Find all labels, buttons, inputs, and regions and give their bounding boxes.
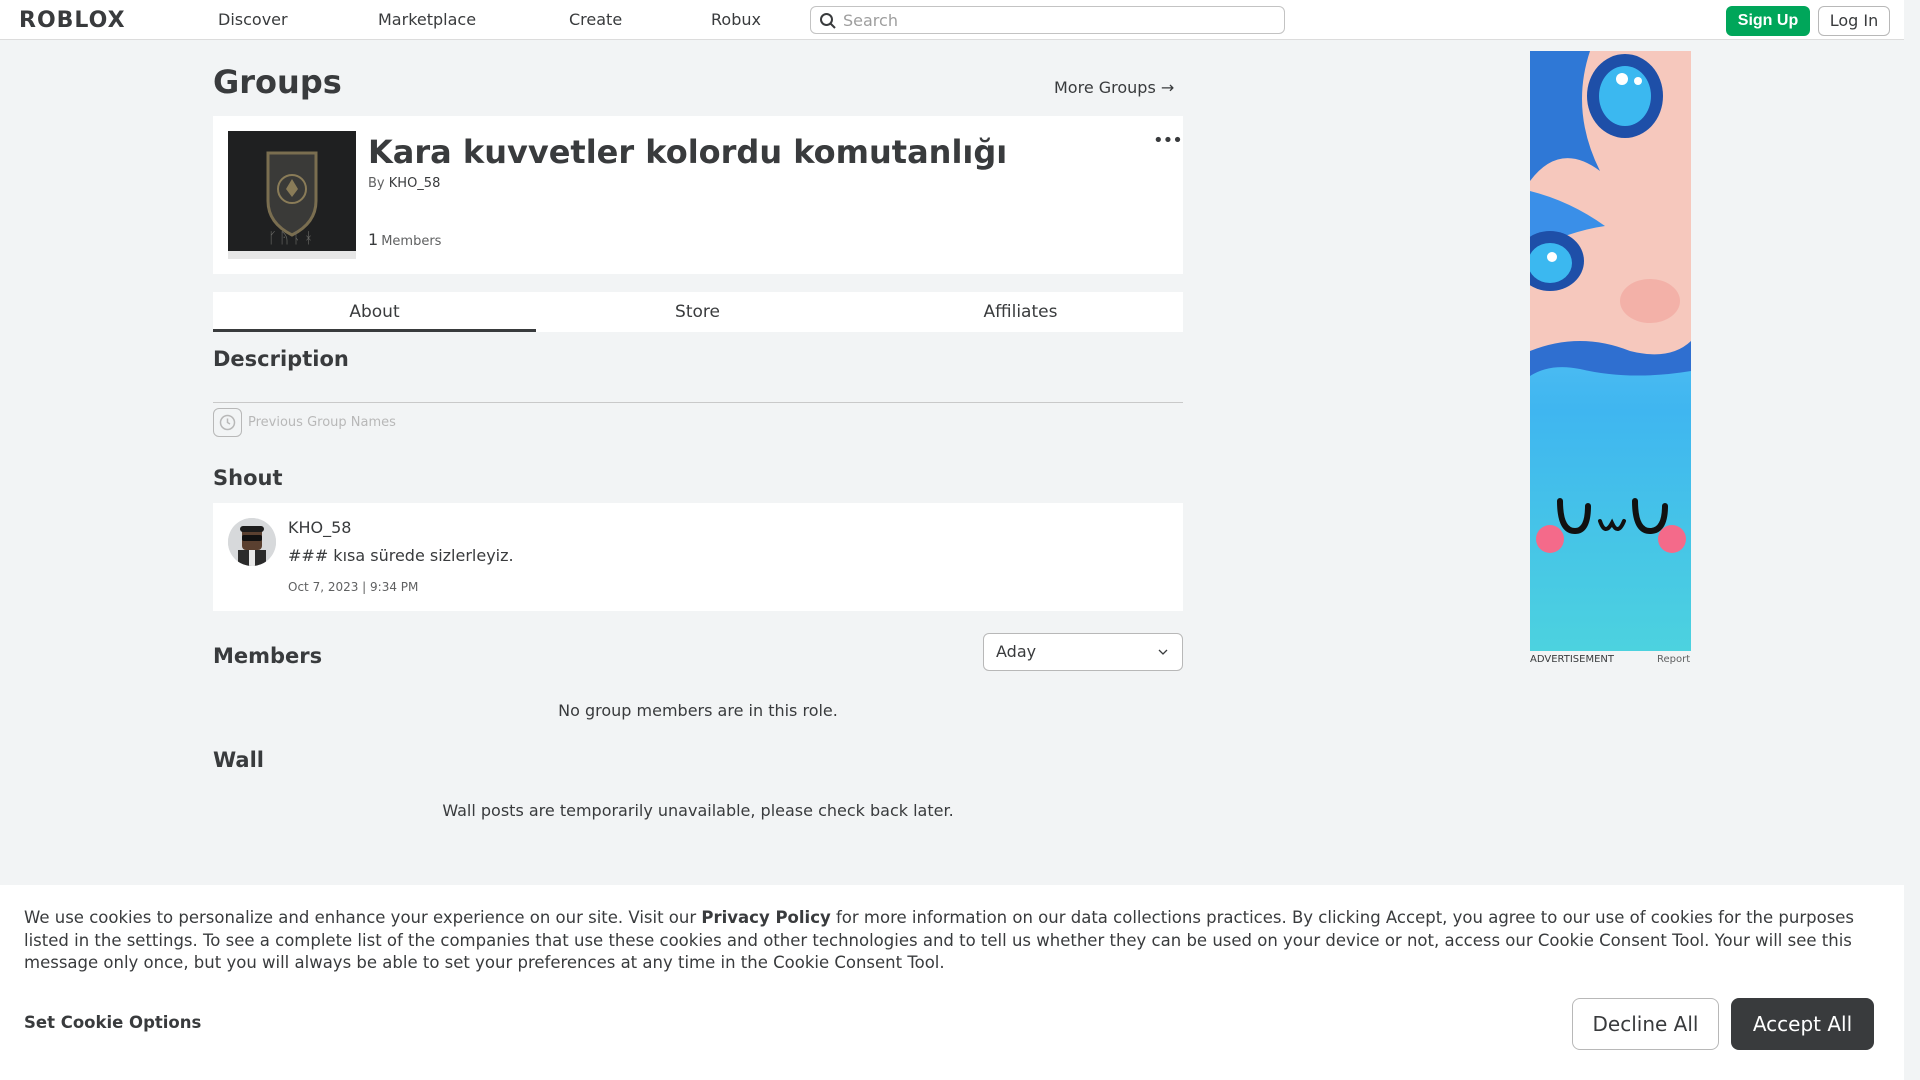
- cookie-message: We use cookies to personalize and enhanc…: [24, 907, 1880, 975]
- advertisement-label: ADVERTISEMENT: [1530, 654, 1615, 665]
- shout-card: KHO_58 ### kısa sürede sizlerleyiz. Oct …: [213, 503, 1183, 611]
- page-scrollbar[interactable]: [1904, 0, 1920, 1080]
- wall-heading: Wall: [213, 748, 264, 772]
- advertisement-banner[interactable]: [1530, 51, 1691, 651]
- group-emblem: ᚴᚤᚿᚼ: [228, 131, 356, 259]
- ad-report-link[interactable]: Report: [1657, 654, 1690, 665]
- set-cookie-options-link[interactable]: Set Cookie Options: [24, 1013, 201, 1032]
- shout-poster-link[interactable]: KHO_58: [288, 518, 351, 537]
- group-owner-line: By KHO_58: [368, 176, 440, 191]
- roblox-logo[interactable]: ROBLOX: [19, 8, 126, 33]
- members-empty-message: No group members are in this role.: [558, 701, 838, 720]
- group-header-card: ᚴᚤᚿᚼ Kara kuvvetler kolordu komutanlığı …: [213, 116, 1183, 274]
- members-heading: Members: [213, 644, 323, 668]
- tab-about[interactable]: About: [213, 292, 536, 332]
- anime-face-ad-image: [1530, 51, 1691, 651]
- avatar[interactable]: [228, 518, 276, 566]
- member-count: 1 Members: [368, 230, 441, 249]
- search-input[interactable]: [843, 9, 1273, 31]
- shout-text: ### kısa sürede sizlerleyiz.: [288, 546, 514, 565]
- by-label: By: [368, 176, 385, 191]
- group-owner-link[interactable]: KHO_58: [389, 176, 441, 191]
- chevron-down-icon: [1158, 649, 1168, 655]
- cookie-consent-banner: We use cookies to personalize and enhanc…: [0, 885, 1904, 1080]
- member-count-label: Members: [381, 234, 442, 249]
- wall-unavailable-message: Wall posts are temporarily unavailable, …: [442, 801, 954, 820]
- nav-create[interactable]: Create: [569, 10, 622, 29]
- nav-robux[interactable]: Robux: [711, 10, 761, 29]
- tab-store[interactable]: Store: [536, 292, 859, 332]
- group-tabs: About Store Affiliates: [213, 292, 1183, 332]
- member-count-value: 1: [368, 230, 379, 249]
- more-groups-link[interactable]: More Groups →: [1054, 78, 1174, 97]
- svg-text:ᚴᚤᚿᚼ: ᚴᚤᚿᚼ: [268, 229, 316, 247]
- role-dropdown-value: Aday: [996, 642, 1037, 661]
- more-options-icon[interactable]: •••: [1153, 130, 1183, 151]
- shout-heading: Shout: [213, 466, 283, 490]
- page-title: Groups: [213, 63, 342, 101]
- accept-all-button[interactable]: Accept All: [1731, 998, 1874, 1050]
- nav-marketplace[interactable]: Marketplace: [378, 10, 476, 29]
- description-heading: Description: [213, 347, 349, 371]
- cookie-text-before: We use cookies to personalize and enhanc…: [24, 908, 702, 927]
- decline-all-button[interactable]: Decline All: [1572, 998, 1719, 1050]
- description-divider: [213, 402, 1183, 403]
- tab-affiliates[interactable]: Affiliates: [859, 292, 1182, 332]
- role-dropdown[interactable]: Aday: [983, 633, 1183, 671]
- privacy-policy-link[interactable]: Privacy Policy: [701, 908, 830, 927]
- shout-timestamp: Oct 7, 2023 | 9:34 PM: [288, 580, 419, 594]
- search-box: [810, 6, 1285, 34]
- history-icon[interactable]: [213, 408, 242, 437]
- sign-up-button[interactable]: Sign Up: [1726, 6, 1810, 36]
- previous-group-names-link[interactable]: Previous Group Names: [248, 415, 396, 430]
- group-name: Kara kuvvetler kolordu komutanlığı: [368, 133, 1008, 171]
- log-in-button[interactable]: Log In: [1818, 6, 1890, 36]
- top-navigation: ROBLOX Discover Marketplace Create Robux…: [0, 0, 1920, 40]
- nav-discover[interactable]: Discover: [218, 10, 288, 29]
- search-icon: [820, 13, 836, 29]
- shield-emblem-icon: ᚴᚤᚿᚼ: [228, 131, 356, 259]
